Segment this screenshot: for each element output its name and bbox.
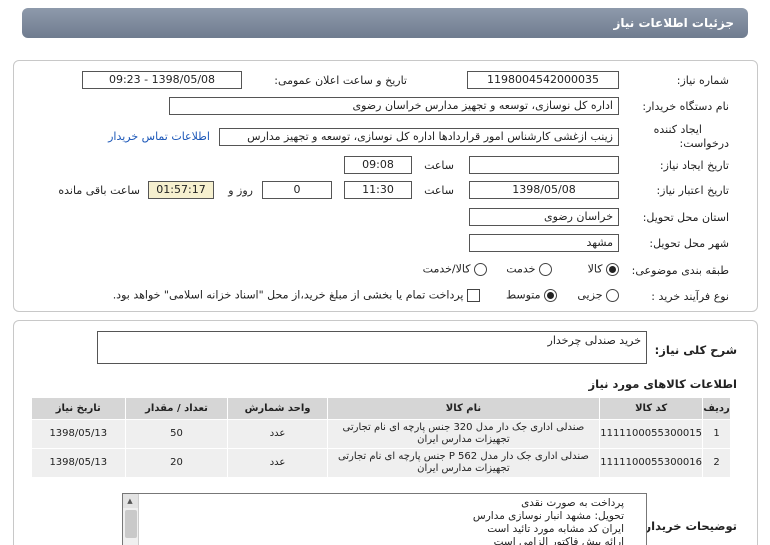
scroll-up-icon[interactable]: ▲: [123, 494, 138, 508]
item-name-line2: تجهیزات مدارس ایران: [417, 434, 510, 445]
buyer-org-label: نام دستگاه خریدار:: [642, 100, 729, 113]
buyer-contact-link[interactable]: اطلاعات تماس خریدار: [108, 130, 210, 143]
category-option-service[interactable]: خدمت: [506, 262, 552, 276]
item-qty: 20: [124, 448, 229, 478]
item-name-line1: صندلی اداری جک دار مدل P 562 جنس پارچه ا…: [337, 451, 589, 462]
category-service-radio[interactable]: [539, 262, 552, 276]
process-medium-radio[interactable]: [544, 288, 557, 302]
category-goods-service-text: کالا/خدمت: [422, 262, 471, 276]
treasury-option[interactable]: پرداخت تمام یا بخشی از مبلغ خرید،از محل …: [113, 288, 480, 302]
remaining-time-field: 01:57:17: [148, 181, 214, 199]
buyer-notes-field[interactable]: پرداخت به صورت نقدی تحویل: مشهد انبار نو…: [122, 493, 647, 545]
col-name: نام کالا: [326, 397, 601, 420]
treasury-checkbox[interactable]: [467, 288, 480, 302]
table-row[interactable]: 1 1111100055300015 صندلی اداری جک دار مد…: [31, 419, 731, 449]
buyer-notes-line-4: ارائه پیش فاکتور الزامی است: [493, 536, 624, 545]
goods-table: ردیف کد کالا نام کالا واحد شمارش تعداد /…: [31, 397, 731, 478]
col-date: تاریخ نیاز: [31, 397, 126, 420]
requester-label-line2: درخواست:: [679, 137, 729, 150]
validity-date-label: تاریخ اعتبار نیاز:: [656, 184, 729, 197]
remaining-label: ساعت باقی مانده: [58, 184, 140, 197]
need-number-label: شماره نیاز:: [676, 74, 729, 87]
row-number: 2: [702, 448, 731, 478]
buyer-notes-line-2: تحویل: مشهد انبار نوسازی مدارس: [472, 510, 624, 522]
buyer-notes-scrollbar[interactable]: ▲: [123, 494, 139, 545]
summary-label: شرح کلی نیاز:: [654, 343, 737, 357]
item-name-line2: تجهیزات مدارس ایران: [417, 463, 510, 474]
process-label: نوع فرآیند خرید :: [651, 290, 729, 303]
item-date: 1398/05/13: [31, 419, 126, 449]
buyer-notes-label: توضیحات خریدار:: [639, 519, 737, 533]
city-field[interactable]: مشهد: [469, 234, 619, 252]
item-unit: عدد: [227, 419, 328, 449]
province-field[interactable]: خراسان رضوی: [469, 208, 619, 226]
col-code: کد کالا: [599, 397, 704, 420]
category-option-goods-service[interactable]: کالا/خدمت: [423, 262, 487, 276]
category-goods-service-radio[interactable]: [474, 262, 487, 276]
item-unit: عدد: [227, 448, 328, 478]
announce-datetime-field[interactable]: 1398/05/08 - 09:23: [82, 71, 242, 89]
item-code: 1111100055300016: [599, 448, 704, 478]
validity-time-field[interactable]: 11:30: [344, 181, 412, 199]
goods-table-header: ردیف کد کالا نام کالا واحد شمارش تعداد /…: [31, 397, 731, 420]
remaining-days-field[interactable]: 0: [262, 181, 332, 199]
requester-field[interactable]: زینب ازغشی کارشناس امور قراردادها اداره …: [219, 128, 619, 146]
category-goods-text: کالا: [587, 262, 603, 276]
page-header: جزئیات اطلاعات نیاز: [22, 8, 748, 38]
category-goods-radio[interactable]: [606, 262, 619, 276]
need-time-field[interactable]: 09:08: [344, 156, 412, 174]
page-title: جزئیات اطلاعات نیاز: [613, 16, 734, 30]
days-label: روز و: [228, 184, 253, 197]
scroll-thumb[interactable]: [124, 510, 137, 538]
process-option-minor[interactable]: جزیی: [577, 288, 619, 302]
announce-datetime-label: تاریخ و ساعت اعلان عمومی:: [274, 74, 407, 87]
category-label: طبقه بندی موضوعی:: [631, 264, 729, 277]
validity-date-field[interactable]: 1398/05/08: [469, 181, 619, 199]
items-panel: شرح کلی نیاز: خرید صندلی چرخدار اطلاعات …: [13, 320, 758, 545]
process-medium-text: متوسط: [505, 288, 541, 302]
table-row[interactable]: 2 1111100055300016 صندلی اداری جک دار مد…: [31, 448, 731, 478]
treasury-text: پرداخت تمام یا بخشی از مبلغ خرید،از محل …: [112, 288, 464, 302]
need-date-label: تاریخ ایجاد نیاز:: [659, 159, 729, 172]
col-unit: واحد شمارش: [227, 397, 328, 420]
col-qty: تعداد / مقدار: [124, 397, 229, 420]
goods-section-title: اطلاعات کالاهای مورد نیاز: [588, 377, 737, 391]
item-code: 1111100055300015: [599, 419, 704, 449]
need-number-field[interactable]: 1198004542000035: [467, 71, 619, 89]
province-label: استان محل تحویل:: [642, 211, 729, 224]
col-row: ردیف: [702, 397, 731, 420]
buyer-org-field[interactable]: اداره کل نوسازی، توسعه و تجهیز مدارس خرا…: [169, 97, 619, 115]
process-option-medium[interactable]: متوسط: [506, 288, 557, 302]
process-minor-text: جزیی: [577, 288, 603, 302]
category-option-goods[interactable]: کالا: [588, 262, 619, 276]
item-qty: 50: [124, 419, 229, 449]
item-name: صندلی اداری جک دار مدل 320 جنس پارچه ای …: [326, 419, 601, 449]
row-number: 1: [702, 419, 731, 449]
details-panel: شماره نیاز: 1198004542000035 تاریخ و ساع…: [13, 60, 758, 312]
buyer-notes-line-1: پرداخت به صورت نقدی: [521, 497, 624, 509]
need-time-label: ساعت: [424, 159, 454, 172]
item-name-line1: صندلی اداری جک دار مدل 320 جنس پارچه ای …: [342, 422, 585, 433]
category-service-text: خدمت: [506, 262, 536, 276]
requester-label-line1: ایجاد کننده: [653, 123, 702, 136]
need-date-field[interactable]: [469, 156, 619, 174]
summary-field[interactable]: خرید صندلی چرخدار: [97, 331, 647, 364]
item-name: صندلی اداری جک دار مدل P 562 جنس پارچه ا…: [326, 448, 601, 478]
buyer-notes-line-3: ایران کد مشابه مورد تائید است: [487, 523, 624, 535]
process-minor-radio[interactable]: [606, 288, 619, 302]
city-label: شهر محل تحویل:: [649, 237, 729, 250]
item-date: 1398/05/13: [31, 448, 126, 478]
validity-time-label: ساعت: [424, 184, 454, 197]
